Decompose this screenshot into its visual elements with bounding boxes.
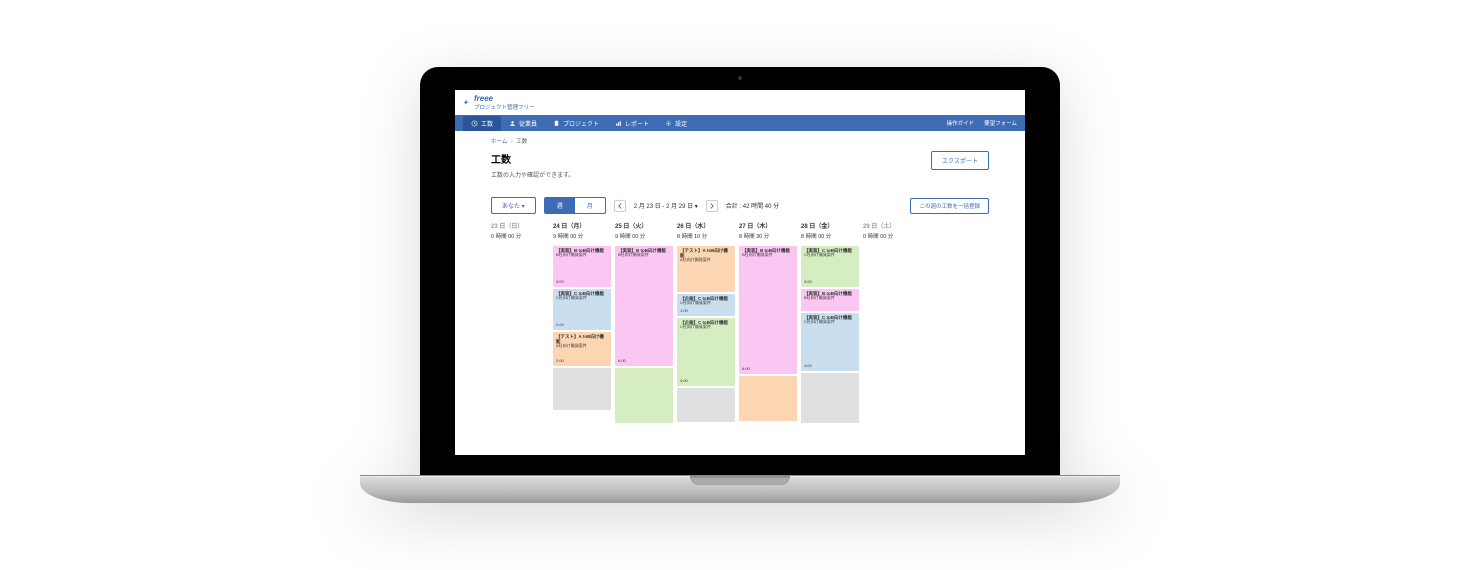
page-subtitle: 工数の入力や確認ができます。 bbox=[491, 170, 574, 179]
controls-row: あなた ▾ 週 月 2 月 23 日 - 2 月 29 日 ▾ 合計 : 42 … bbox=[491, 197, 989, 214]
time-card[interactable] bbox=[677, 388, 735, 422]
day-cards: 【テスト】A toB向け機能A社向け開発案件【企画】C toB向け機能C社向け開… bbox=[677, 246, 735, 422]
day-total: 8 時間 10 分 bbox=[677, 232, 735, 240]
day-header: 25 日（火） bbox=[615, 224, 673, 232]
logo-text: freee bbox=[474, 94, 535, 103]
clipboard-icon bbox=[553, 120, 560, 127]
day-total: 8 時間 30 分 bbox=[739, 232, 797, 240]
toggle-week[interactable]: 週 bbox=[545, 198, 575, 213]
day-header: 29 日（土） bbox=[863, 224, 921, 232]
day-header: 23 日（日） bbox=[491, 224, 549, 232]
screen-content: freee プロジェクト管理フリー 工数 従業員 プロジェクト bbox=[455, 90, 1025, 455]
laptop-notch bbox=[690, 476, 790, 485]
person-icon bbox=[509, 120, 516, 127]
day-cards: 【実装】B toB向け機能B社向け開発案件3:00【実装】C toB向け機能C社… bbox=[553, 246, 611, 410]
camera-dot bbox=[738, 76, 742, 80]
day-column: 27 日（木）8 時間 30 分【実装】B toB向け機能B社向け開発案件6:0… bbox=[739, 224, 797, 423]
time-card[interactable] bbox=[739, 376, 797, 421]
chevron-left-icon bbox=[617, 203, 623, 209]
crumb-current: 工数 bbox=[516, 139, 527, 145]
clock-icon bbox=[471, 120, 478, 127]
laptop-frame: freee プロジェクト管理フリー 工数 従業員 プロジェクト bbox=[420, 67, 1060, 503]
export-button[interactable]: エクスポート bbox=[931, 151, 989, 170]
time-card[interactable]: 【実装】B toB向け機能B社向け開発案件6:00 bbox=[615, 246, 673, 366]
day-cards: 【実装】B toB向け機能B社向け開発案件6:00 bbox=[739, 246, 797, 421]
bulk-register-button[interactable]: この週の工数を一括登録 bbox=[910, 198, 989, 214]
day-header: 28 日（金） bbox=[801, 224, 859, 232]
app-logo[interactable]: freee プロジェクト管理フリー bbox=[463, 94, 535, 111]
main-nav: 工数 従業員 プロジェクト レポート 設定 bbox=[455, 115, 1025, 131]
nav-projects-label: プロジェクト bbox=[563, 119, 599, 128]
day-column: 29 日（土）0 時間 00 分 bbox=[863, 224, 921, 423]
chart-icon bbox=[615, 120, 622, 127]
day-total: 8 時間 00 分 bbox=[801, 232, 859, 240]
date-range-selector[interactable]: 2 月 23 日 - 2 月 29 日 ▾ bbox=[634, 201, 698, 210]
calendar-week: 23 日（日）0 時間 00 分24 日（月）9 時間 00 分【実装】B to… bbox=[491, 224, 989, 423]
nav-settings[interactable]: 設定 bbox=[657, 119, 695, 128]
day-header: 24 日（月） bbox=[553, 224, 611, 232]
time-card[interactable]: 【テスト】A toB向け機能A社向け開発案件2:00 bbox=[553, 332, 611, 366]
time-card[interactable]: 【実装】C toB向け機能C社向け開発案件3:00 bbox=[801, 246, 859, 287]
next-week-button[interactable] bbox=[706, 200, 718, 212]
time-card[interactable]: 【実装】B toB向け機能B社向け開発案件 bbox=[801, 289, 859, 311]
time-card[interactable] bbox=[615, 368, 673, 423]
main-content: ホーム › 工数 工数 工数の入力や確認ができます。 エクスポート あなた ▾ … bbox=[455, 131, 1025, 423]
day-column: 24 日（月）9 時間 00 分【実装】B toB向け機能B社向け開発案件3:0… bbox=[553, 224, 611, 423]
day-total: 9 時間 00 分 bbox=[615, 232, 673, 240]
day-header: 26 日（水） bbox=[677, 224, 735, 232]
time-card[interactable]: 【実装】B toB向け機能B社向け開発案件3:00 bbox=[553, 246, 611, 287]
laptop-bezel: freee プロジェクト管理フリー 工数 従業員 プロジェクト bbox=[420, 67, 1060, 475]
nav-reports-label: レポート bbox=[625, 119, 649, 128]
nav-request-link[interactable]: 要望フォーム bbox=[984, 119, 1017, 127]
day-column: 26 日（水）8 時間 10 分【テスト】A toB向け機能A社向け開発案件【企… bbox=[677, 224, 735, 423]
nav-employees[interactable]: 従業員 bbox=[501, 119, 545, 128]
day-total: 0 時間 00 分 bbox=[863, 232, 921, 240]
day-column: 23 日（日）0 時間 00 分 bbox=[491, 224, 549, 423]
time-card[interactable] bbox=[801, 373, 859, 423]
nav-time-label: 工数 bbox=[481, 119, 493, 128]
day-total: 9 時間 00 分 bbox=[553, 232, 611, 240]
time-card[interactable]: 【実装】B toB向け機能B社向け開発案件6:00 bbox=[739, 246, 797, 374]
gear-icon bbox=[665, 120, 672, 127]
time-card[interactable]: 【企画】C toB向け機能C社向け開発案件1:00 bbox=[677, 294, 735, 316]
day-column: 25 日（火）9 時間 00 分【実装】B toB向け機能B社向け開発案件6:0… bbox=[615, 224, 673, 423]
toggle-month[interactable]: 月 bbox=[575, 198, 605, 213]
crumb-separator: › bbox=[511, 139, 513, 145]
crumb-home[interactable]: ホーム bbox=[491, 139, 507, 145]
time-card[interactable]: 【実装】C toB向け機能C社向け開発案件4:00 bbox=[801, 313, 859, 371]
time-card[interactable]: 【テスト】A toB向け機能A社向け開発案件 bbox=[677, 246, 735, 292]
nav-settings-label: 設定 bbox=[675, 119, 687, 128]
nav-guide-link[interactable]: 操作ガイド bbox=[947, 119, 975, 127]
day-header: 27 日（木） bbox=[739, 224, 797, 232]
breadcrumb: ホーム › 工数 bbox=[491, 137, 989, 145]
nav-employees-label: 従業員 bbox=[519, 119, 537, 128]
day-cards: 【実装】C toB向け機能C社向け開発案件3:00【実装】B toB向け機能B社… bbox=[801, 246, 859, 423]
day-column: 28 日（金）8 時間 00 分【実装】C toB向け機能C社向け開発案件3:0… bbox=[801, 224, 859, 423]
time-card[interactable]: 【実装】C toB向け機能C社向け開発案件2:00 bbox=[553, 289, 611, 330]
app-header: freee プロジェクト管理フリー bbox=[455, 90, 1025, 115]
bird-icon bbox=[463, 99, 470, 106]
time-card[interactable]: 【企画】C toB向け機能C社向け開発案件4:00 bbox=[677, 318, 735, 386]
day-total: 0 時間 00 分 bbox=[491, 232, 549, 240]
nav-time[interactable]: 工数 bbox=[463, 116, 501, 131]
prev-week-button[interactable] bbox=[614, 200, 626, 212]
nav-reports[interactable]: レポート bbox=[607, 119, 657, 128]
time-card[interactable] bbox=[553, 368, 611, 410]
period-toggle: 週 月 bbox=[544, 197, 606, 214]
page-title: 工数 bbox=[491, 151, 574, 166]
day-cards: 【実装】B toB向け機能B社向け開発案件6:00 bbox=[615, 246, 673, 423]
laptop-base bbox=[360, 475, 1120, 503]
user-selector[interactable]: あなた ▾ bbox=[491, 197, 536, 214]
nav-projects[interactable]: プロジェクト bbox=[545, 119, 607, 128]
logo-tagline: プロジェクト管理フリー bbox=[474, 103, 535, 111]
week-total: 合計 : 42 時間 40 分 bbox=[726, 201, 779, 210]
chevron-right-icon bbox=[709, 203, 715, 209]
